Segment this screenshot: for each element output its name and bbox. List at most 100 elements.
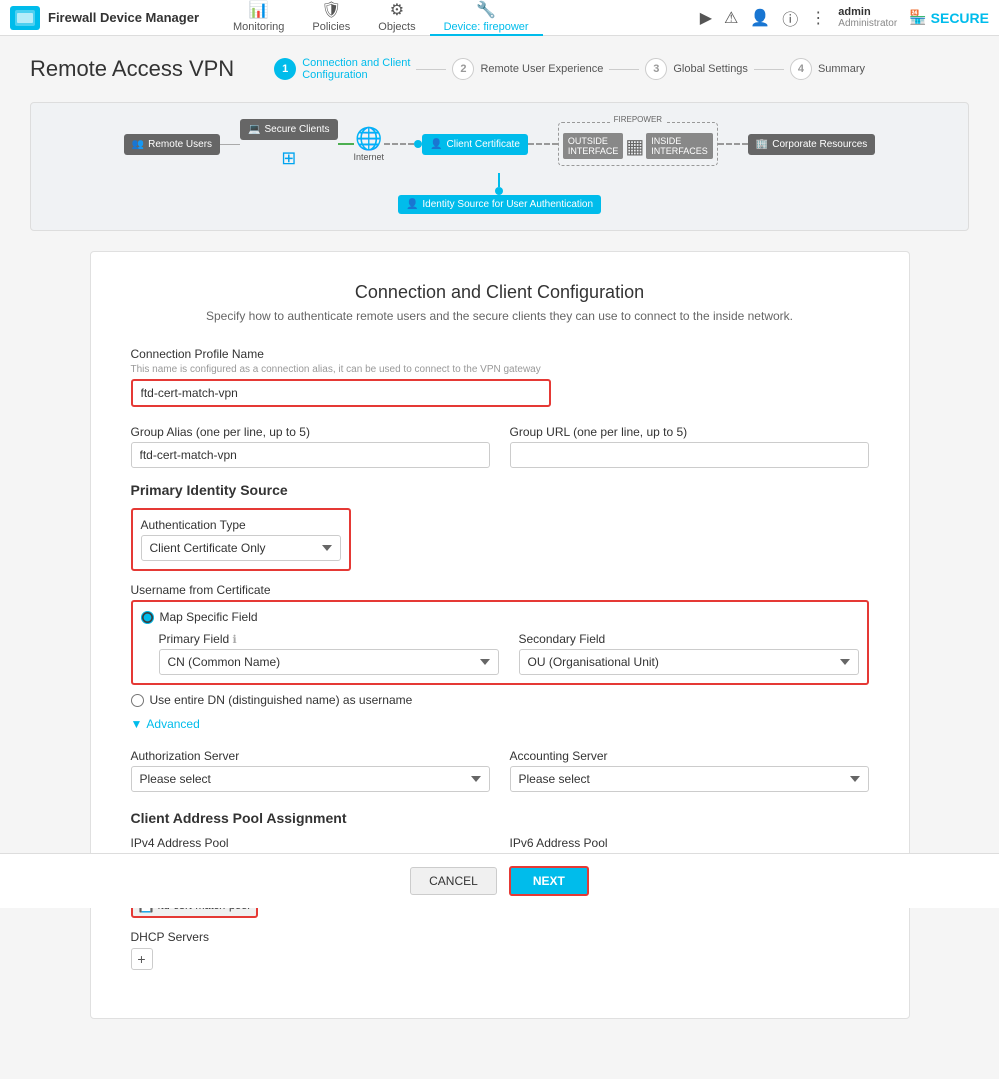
group-alias-input[interactable]	[131, 442, 490, 468]
footer-bar: CANCEL NEXT	[0, 853, 999, 908]
secondary-field-col: Secondary Field OU (Organisational Unit)…	[519, 632, 859, 675]
monitoring-icon: 📊	[249, 0, 269, 20]
authorization-col: Authorization Server Please select	[131, 749, 490, 792]
topo-internet: 🌐 Internet	[354, 126, 385, 162]
topo-dashes-3	[718, 143, 748, 145]
step-sep-1	[416, 69, 446, 70]
tab-monitoring[interactable]: 📊 Monitoring	[219, 0, 298, 36]
tab-objects[interactable]: ⚙ Objects	[364, 0, 429, 36]
primary-field-col: Primary Field ℹ CN (Common Name) OU (Org…	[159, 632, 499, 675]
main-content: Remote Access VPN 1 Connection and Clien…	[0, 36, 999, 1079]
topo-dashes-1	[384, 140, 422, 148]
dhcp-add-button[interactable]: +	[131, 948, 153, 970]
group-url-input[interactable]	[510, 442, 869, 468]
logo-icon	[10, 6, 40, 30]
wizard-step-1: 1 Connection and ClientConfiguration	[274, 57, 410, 81]
primary-info-icon[interactable]: ℹ	[233, 634, 237, 646]
tab-device[interactable]: 🔧 Device: firepower	[430, 0, 543, 36]
primary-identity-header: Primary Identity Source	[131, 482, 869, 498]
windows-icon: ⊞	[281, 148, 296, 169]
help-icon[interactable]: ⓘ	[782, 6, 798, 30]
dhcp-label: DHCP Servers	[131, 930, 869, 944]
topo-arrow-1	[220, 144, 240, 145]
client-pool-header: Client Address Pool Assignment	[131, 810, 869, 826]
app-logo: Firewall Device Manager	[10, 6, 199, 30]
topo-firepower-box: FIREPOWER OUTSIDEINTERFACE ▦ INSIDEINTER…	[558, 122, 718, 166]
dhcp-group: DHCP Servers +	[131, 930, 869, 970]
step-1-num: 1	[274, 58, 296, 80]
device-icon: 🔧	[476, 0, 496, 20]
connection-profile-sublabel: This name is configured as a connection …	[131, 364, 869, 375]
secondary-field-select[interactable]: OU (Organisational Unit) CN (Common Name…	[519, 649, 859, 675]
primary-field-label: Primary Field ℹ	[159, 632, 499, 646]
secondary-field-label: Secondary Field	[519, 632, 859, 646]
terminal-icon[interactable]: ▶	[700, 8, 712, 28]
next-button[interactable]: NEXT	[509, 866, 589, 896]
group-row: Group Alias (one per line, up to 5) Grou…	[131, 425, 869, 468]
more-icon[interactable]: ⋮	[810, 8, 826, 28]
group-url-col: Group URL (one per line, up to 5)	[510, 425, 869, 468]
app-title: Firewall Device Manager	[48, 10, 199, 25]
step-3-label: Global Settings	[673, 63, 748, 75]
policies-icon: 🛡	[321, 0, 341, 20]
use-dn-radio-input[interactable]	[131, 694, 144, 707]
step-sep-2	[609, 69, 639, 70]
authorization-label: Authorization Server	[131, 749, 490, 763]
step-3-num: 3	[645, 58, 667, 80]
top-navigation: Firewall Device Manager 📊 Monitoring 🛡 P…	[0, 0, 999, 36]
form-desc: Specify how to authenticate remote users…	[131, 309, 869, 323]
use-dn-radio: Use entire DN (distinguished name) as us…	[131, 693, 869, 707]
ipv6-label: IPv6 Address Pool	[510, 836, 869, 850]
user-icon[interactable]: 👤	[750, 8, 770, 28]
auth-type-label: Authentication Type	[141, 518, 341, 532]
topo-identity-row: 👤 Identity Source for User Authenticatio…	[51, 173, 948, 214]
map-specific-radio-input[interactable]	[141, 611, 154, 624]
accounting-select[interactable]: Please select	[510, 766, 869, 792]
connection-profile-group: Connection Profile Name This name is con…	[131, 347, 869, 407]
topo-remote-users: 👥 Remote Users	[124, 134, 220, 155]
accounting-label: Accounting Server	[510, 749, 869, 763]
alert-icon[interactable]: ⚠	[724, 8, 738, 28]
connection-profile-label: Connection Profile Name	[131, 347, 869, 361]
auth-type-select[interactable]: Client Certificate Only AAA Only AAA and…	[141, 535, 341, 561]
nav-right: ▶ ⚠ 👤 ⓘ ⋮ admin Administrator 🏪 SECURE	[700, 6, 989, 30]
cancel-button[interactable]: CANCEL	[410, 867, 497, 895]
accounting-col: Accounting Server Please select	[510, 749, 869, 792]
page-header: Remote Access VPN 1 Connection and Clien…	[30, 56, 969, 82]
tab-policies[interactable]: 🛡 Policies	[298, 0, 364, 36]
topo-arrow-2	[338, 143, 354, 145]
auth-accounting-row: Authorization Server Please select Accou…	[131, 749, 869, 792]
wizard-step-2: 2 Remote User Experience	[452, 58, 603, 80]
connection-profile-input[interactable]	[131, 379, 551, 407]
step-2-num: 2	[452, 58, 474, 80]
ipv4-label: IPv4 Address Pool	[131, 836, 490, 850]
advanced-link[interactable]: ▼ Advanced	[131, 717, 869, 731]
topo-dashes-2	[528, 143, 558, 145]
step-4-label: Summary	[818, 63, 865, 75]
step-1-label: Connection and ClientConfiguration	[302, 57, 410, 81]
map-specific-radio: Map Specific Field	[141, 610, 859, 624]
user-info: admin Administrator	[838, 6, 897, 29]
wizard-steps: 1 Connection and ClientConfiguration 2 R…	[274, 57, 865, 81]
username-cert-box: Map Specific Field Primary Field ℹ CN (C…	[131, 600, 869, 685]
nav-tabs: 📊 Monitoring 🛡 Policies ⚙ Objects 🔧 Devi…	[219, 0, 543, 36]
objects-icon: ⚙	[390, 0, 404, 20]
cisco-logo: 🏪 SECURE	[909, 9, 989, 26]
step-sep-3	[754, 69, 784, 70]
field-row: Primary Field ℹ CN (Common Name) OU (Org…	[159, 632, 859, 675]
topology-diagram: 👥 Remote Users 💻 Secure Clients ⊞ 🌐 I	[30, 102, 969, 231]
step-4-num: 4	[790, 58, 812, 80]
page-title: Remote Access VPN	[30, 56, 234, 82]
group-url-label: Group URL (one per line, up to 5)	[510, 425, 869, 439]
username-cert-label: Username from Certificate	[131, 583, 869, 597]
step-2-label: Remote User Experience	[480, 63, 603, 75]
group-alias-col: Group Alias (one per line, up to 5)	[131, 425, 490, 468]
topo-corporate: 🏢 Corporate Resources	[748, 134, 876, 155]
authorization-select[interactable]: Please select	[131, 766, 490, 792]
primary-identity-group: Primary Identity Source Authentication T…	[131, 482, 869, 731]
auth-type-box: Authentication Type Client Certificate O…	[131, 508, 351, 571]
wizard-step-3: 3 Global Settings	[645, 58, 748, 80]
group-alias-label: Group Alias (one per line, up to 5)	[131, 425, 490, 439]
primary-field-select[interactable]: CN (Common Name) OU (Organisational Unit…	[159, 649, 499, 675]
topo-client-cert: 👤 Client Certificate	[422, 134, 528, 155]
